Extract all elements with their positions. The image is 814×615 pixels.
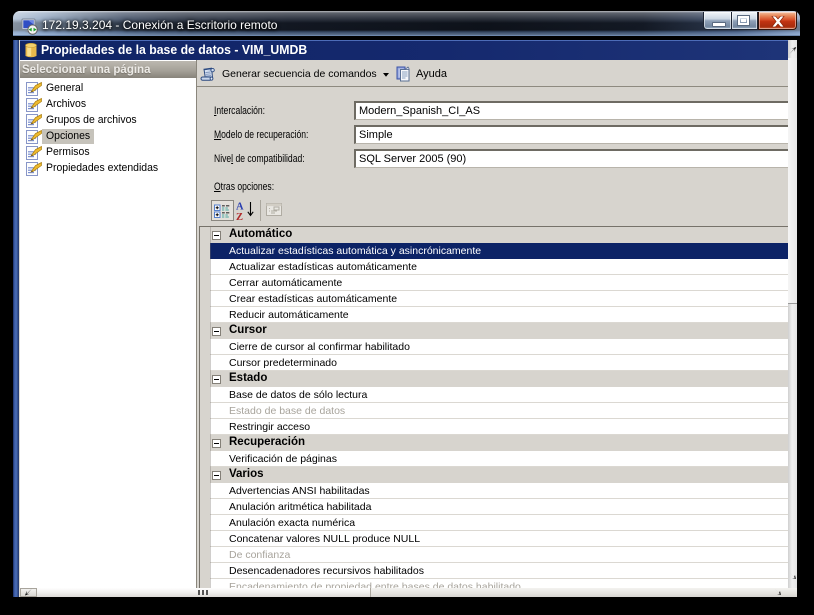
svg-text:A: A — [236, 202, 244, 213]
svg-text:Z: Z — [236, 212, 243, 221]
